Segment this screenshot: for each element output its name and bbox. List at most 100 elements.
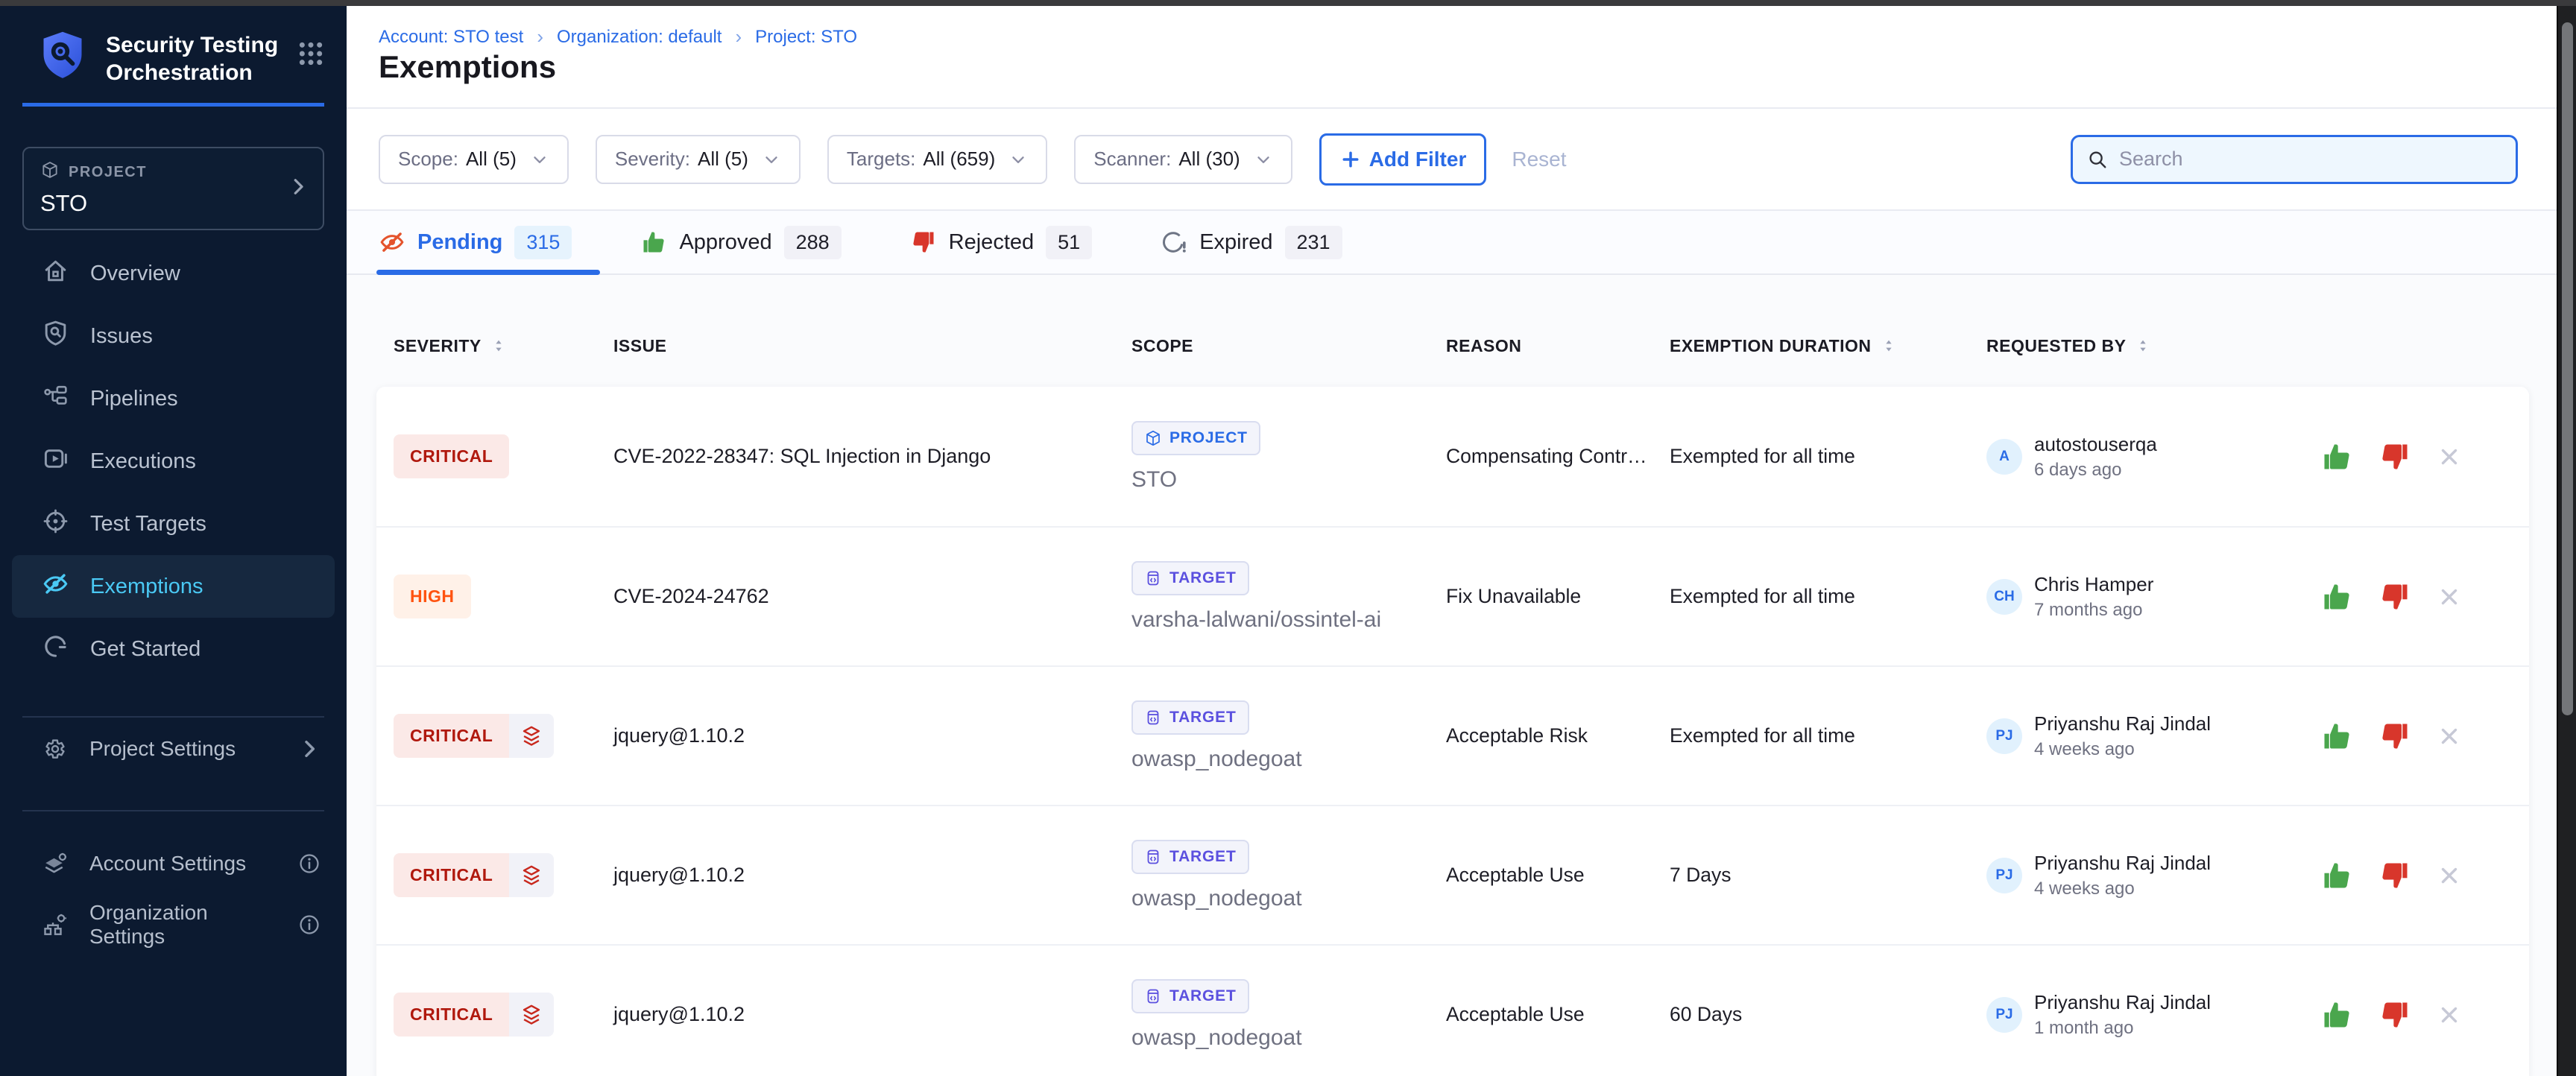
search-box[interactable] [2071,135,2518,184]
approved-count-badge: 288 [784,226,842,259]
exemption-reason: Acceptable Use [1446,864,1670,887]
cube-icon [40,160,60,184]
requester-name: Priyanshu Raj Jindal [2034,852,2211,875]
sidebar-item-project-settings[interactable]: Project Settings [0,718,347,780]
issue-name: jquery@1.10.2 [613,724,1131,747]
sidebar-item-issues[interactable]: Issues [0,305,347,367]
avatar: PJ [1986,858,2022,893]
thumbs-up-icon [640,229,667,256]
severity-badge: CRITICAL [394,434,509,478]
info-icon[interactable] [297,852,321,876]
sidebar-item-get-started[interactable]: Get Started [0,618,347,680]
page-scrollbar[interactable] [2557,0,2576,1076]
filter-scanner[interactable]: Scanner: All (30) [1074,135,1292,184]
issue-name: jquery@1.10.2 [613,1003,1131,1026]
requested-time: 4 weeks ago [2034,739,2211,760]
breadcrumb-separator: › [733,25,743,48]
reset-filters-link[interactable]: Reset [1512,148,1566,171]
tab-expired[interactable]: Expired 231 [1161,226,1342,259]
tab-rejected[interactable]: Rejected 51 [910,226,1093,259]
col-requested-by[interactable]: REQUESTED BY [1986,336,2314,356]
exemption-reason: Acceptable Use [1446,1003,1670,1026]
filter-scope[interactable]: Scope: All (5) [379,135,569,184]
sort-icon[interactable] [2135,338,2151,354]
approve-button[interactable] [2320,580,2353,613]
eye-off-icon [379,229,405,256]
main-area: Account: STO test › Organization: defaul… [347,6,2557,1076]
project-selector[interactable]: PROJECT STO [22,147,324,230]
sidebar-item-pipelines[interactable]: Pipelines [0,367,347,430]
table-area: SEVERITY ISSUE SCOPE REASON EXEMPTION DU… [347,275,2557,1076]
severity-badge: CRITICAL [394,993,554,1037]
info-icon[interactable] [297,913,321,937]
scope-name: STO [1131,467,1177,493]
requested-time: 4 weeks ago [2034,879,2211,899]
get-started-icon [42,633,69,666]
reject-button[interactable] [2378,440,2411,473]
container-icon [1144,848,1162,866]
sidebar-item-organization-settings[interactable]: Organization Settings [0,893,347,956]
crosshair-icon [42,507,69,541]
reject-button[interactable] [2378,580,2411,613]
project-selector-name: STO [40,190,306,217]
dismiss-button[interactable] [2437,724,2462,749]
filter-severity[interactable]: Severity: All (5) [596,135,801,184]
sto-shield-logo-icon [36,28,89,86]
page-header: Account: STO test › Organization: defaul… [347,6,2557,109]
sidebar-item-exemptions[interactable]: Exemptions [12,555,335,618]
reject-button[interactable] [2378,999,2411,1031]
breadcrumb-account[interactable]: Account: STO test [379,27,523,48]
module-grid-icon[interactable] [296,28,326,72]
stacked-occurrences-icon [509,714,554,758]
avatar: PJ [1986,718,2022,754]
approve-button[interactable] [2320,999,2353,1031]
exemption-reason: Acceptable Risk [1446,724,1670,747]
severity-badge: HIGH [394,575,471,618]
sidebar: Security Testing Orchestration PROJECT S… [0,6,347,1076]
dismiss-button[interactable] [2437,444,2462,469]
layers-gear-icon [42,850,69,877]
sidebar-item-overview[interactable]: Overview [0,242,347,305]
breadcrumb-organization[interactable]: Organization: default [557,27,722,48]
search-input[interactable] [2119,148,2502,171]
table-row[interactable]: CRITICAL CVE-2022-28347: SQL Injection i… [376,387,2529,526]
add-filter-button[interactable]: Add Filter [1319,133,1487,186]
plus-icon [1339,148,1362,171]
dismiss-button[interactable] [2437,584,2462,610]
scope-tag: TARGET [1131,979,1249,1013]
col-issue: ISSUE [613,336,1131,356]
filter-targets[interactable]: Targets: All (659) [827,135,1047,184]
issue-name: CVE-2022-28347: SQL Injection in Django [613,445,1131,468]
sidebar-item-executions[interactable]: Executions [0,430,347,493]
sort-icon[interactable] [490,338,507,354]
scope-name: owasp_nodegoat [1131,747,1302,772]
approve-button[interactable] [2320,720,2353,753]
col-exemption-duration[interactable]: EXEMPTION DURATION [1670,336,1986,356]
col-scope: SCOPE [1131,336,1446,356]
requester-name: Priyanshu Raj Jindal [2034,991,2211,1014]
table-row[interactable]: HIGH CVE-2024-24762 TARGET varsha-lalwan… [376,526,2529,665]
sidebar-header: Security Testing Orchestration [0,6,347,86]
tab-approved[interactable]: Approved 288 [640,226,841,259]
scrollbar-thumb[interactable] [2562,22,2573,715]
sort-icon[interactable] [1881,338,1897,354]
table-row[interactable]: CRITICAL jquery@1.10.2 TARGET owasp_node… [376,805,2529,944]
table-row[interactable]: CRITICAL jquery@1.10.2 TARGET owasp_node… [376,665,2529,805]
sidebar-item-test-targets[interactable]: Test Targets [0,493,347,555]
reject-button[interactable] [2378,720,2411,753]
approve-button[interactable] [2320,859,2353,892]
reject-button[interactable] [2378,859,2411,892]
tab-pending[interactable]: Pending 315 [379,226,572,259]
col-severity[interactable]: SEVERITY [394,336,613,356]
approve-button[interactable] [2320,440,2353,473]
dismiss-button[interactable] [2437,863,2462,888]
exemption-reason: Fix Unavailable [1446,585,1670,608]
sidebar-item-account-settings[interactable]: Account Settings [0,834,347,893]
breadcrumb-project[interactable]: Project: STO [755,27,857,48]
home-icon [42,257,69,291]
shield-search-icon [42,320,69,353]
page-title: Exemptions [379,49,556,85]
chevron-down-icon [1254,150,1273,169]
table-row[interactable]: CRITICAL jquery@1.10.2 TARGET owasp_node… [376,944,2529,1076]
dismiss-button[interactable] [2437,1002,2462,1028]
